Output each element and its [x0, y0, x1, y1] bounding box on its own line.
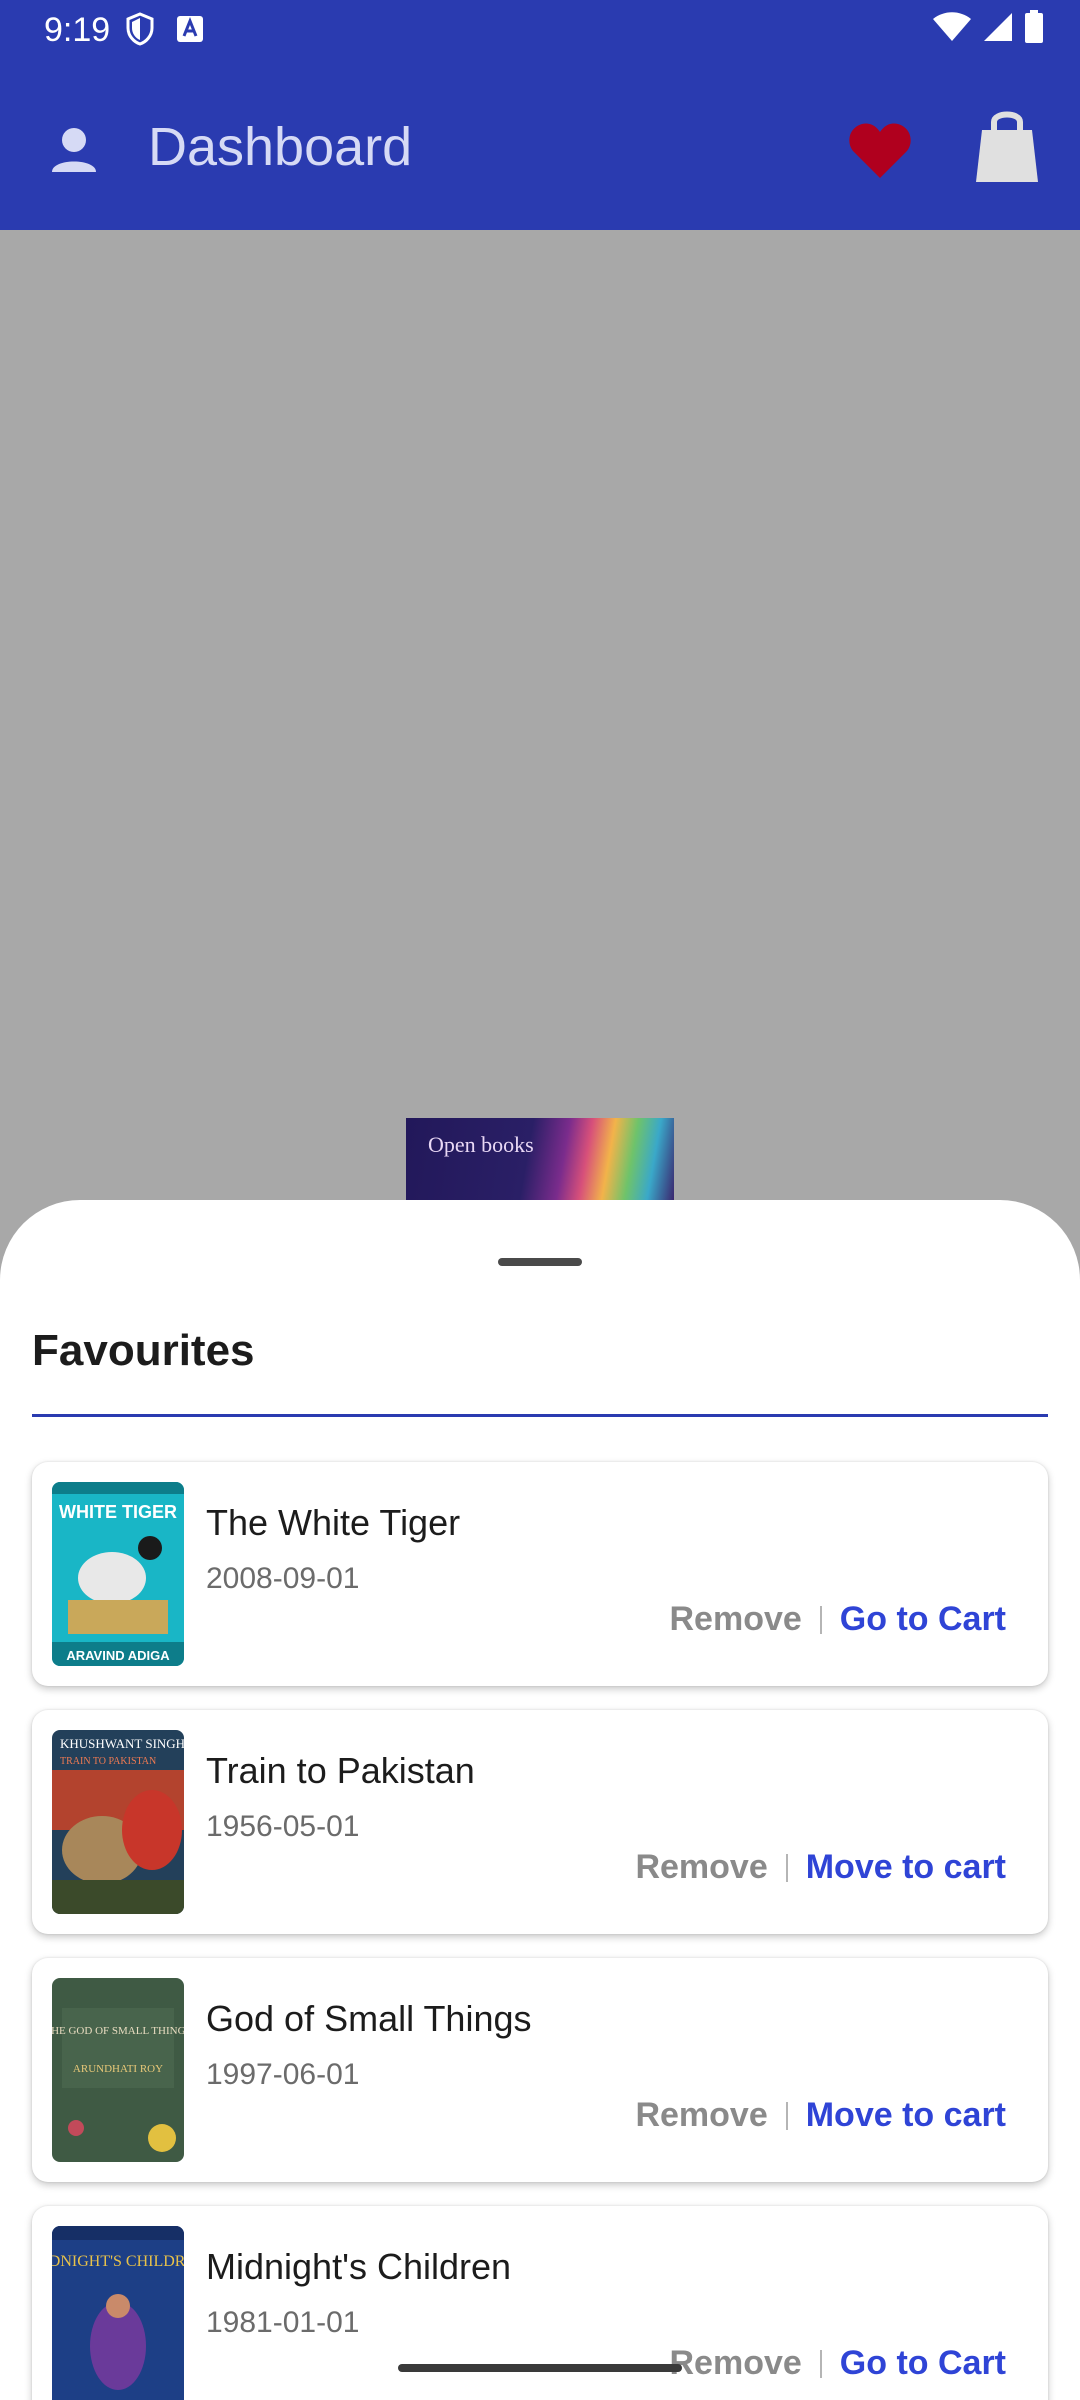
action-separator: [819, 1605, 822, 1634]
book-cover: KHUSHWANT SINGH TRAIN TO PAKISTAN: [52, 1730, 184, 1914]
favourites-sheet: Favourites WHITE TIGER ARAVIND ADIGA The…: [0, 1200, 1080, 2400]
book-date: 1981-01-01: [206, 2306, 360, 2339]
background-book-cover: Open books: [406, 1118, 674, 1208]
status-icons-left: [126, 12, 204, 51]
sheet-title: Favourites: [32, 1326, 255, 1375]
cover-text-bottom: TRAIN TO PAKISTAN: [60, 1756, 156, 1767]
remove-button[interactable]: Remove: [670, 2344, 802, 2383]
cover-text-bottom: ARUNDHATI ROY: [73, 2063, 163, 2075]
background-scrim[interactable]: [0, 230, 1080, 1200]
sheet-divider: [32, 1414, 1048, 1417]
book-title: Train to Pakistan: [206, 1750, 475, 1791]
action-separator: [785, 2101, 788, 2130]
move-to-cart-button[interactable]: Move to cart: [806, 2096, 1006, 2135]
action-separator: [819, 2349, 822, 2378]
cover-text-top: MIDNIGHT'S CHILDREN: [52, 2253, 184, 2270]
go-to-cart-button[interactable]: Go to Cart: [840, 2344, 1006, 2383]
page-title: Dashboard: [148, 117, 413, 177]
book-title: God of Small Things: [206, 1998, 532, 2039]
shopping-bag-icon[interactable]: [972, 106, 1042, 184]
cover-text-top: WHITE TIGER: [59, 1502, 177, 1522]
cover-text-top: THE GOD OF SMALL THINGS: [52, 2025, 184, 2037]
remove-button[interactable]: Remove: [635, 2096, 767, 2135]
favourite-card: KHUSHWANT SINGH TRAIN TO PAKISTAN Train …: [32, 1710, 1048, 1934]
app-notification-icon: [176, 15, 204, 48]
action-separator: [785, 1853, 788, 1882]
card-actions: Remove Move to cart: [635, 1848, 1006, 1887]
background-book-text: Open books: [428, 1132, 534, 1157]
book-cover: MIDNIGHT'S CHILDREN: [52, 2226, 184, 2400]
book-title: Midnight's Children: [206, 2246, 512, 2287]
go-to-cart-button[interactable]: Go to Cart: [840, 1600, 1006, 1639]
book-date: 1956-05-01: [206, 1810, 360, 1843]
book-cover: WHITE TIGER ARAVIND ADIGA: [52, 1482, 184, 1666]
cover-text-top: KHUSHWANT SINGH: [60, 1736, 184, 1751]
remove-button[interactable]: Remove: [670, 1600, 802, 1639]
shield-icon: [126, 12, 154, 51]
book-cover: THE GOD OF SMALL THINGS ARUNDHATI ROY: [52, 1978, 184, 2162]
book-date: 1997-06-01: [206, 2058, 360, 2091]
card-actions: Remove Go to Cart: [670, 2344, 1007, 2383]
app-bar: Dashboard: [0, 62, 1080, 230]
book-title: The White Tiger: [206, 1502, 461, 1543]
heart-icon[interactable]: [848, 120, 912, 180]
status-bar: 9:19: [0, 0, 1080, 62]
cover-text-bottom: ARAVIND ADIGA: [66, 1648, 170, 1663]
favourite-card: WHITE TIGER ARAVIND ADIGA The White Tige…: [32, 1462, 1048, 1686]
book-date: 2008-09-01: [206, 1562, 360, 1595]
gesture-nav-bar[interactable]: [398, 2364, 682, 2372]
signal-icon: [982, 11, 1014, 48]
card-actions: Remove Go to Cart: [670, 1600, 1007, 1639]
remove-button[interactable]: Remove: [635, 1848, 767, 1887]
card-actions: Remove Move to cart: [635, 2096, 1006, 2135]
profile-icon[interactable]: [48, 124, 100, 176]
favourite-card: THE GOD OF SMALL THINGS ARUNDHATI ROY Go…: [32, 1958, 1048, 2182]
status-time: 9:19: [44, 11, 111, 49]
move-to-cart-button[interactable]: Move to cart: [806, 1848, 1006, 1887]
drag-handle[interactable]: [498, 1258, 582, 1266]
battery-icon: [1024, 10, 1044, 49]
wifi-icon: [932, 11, 972, 48]
status-icons-right: [932, 10, 1044, 49]
